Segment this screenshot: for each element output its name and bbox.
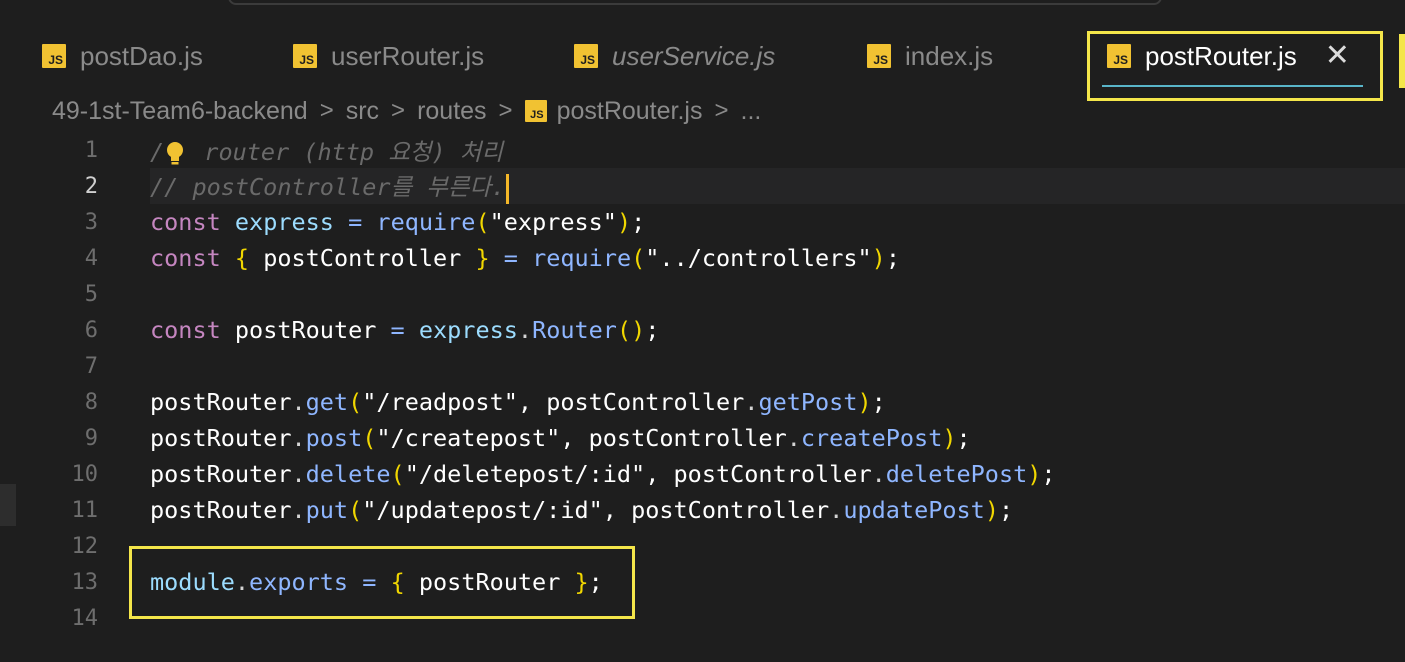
tab-label: index.js [905, 40, 994, 71]
tab-label: userService.js [612, 40, 776, 71]
breadcrumb-item-project[interactable]: 49-1st-Team6-backend [52, 97, 308, 126]
line-number: 12 [71, 533, 99, 559]
tab-label: postRouter.js [1145, 40, 1297, 71]
chevron-right-icon: > [391, 97, 406, 124]
line-number: 1 [84, 137, 98, 163]
lightbulb-icon[interactable] [164, 141, 186, 167]
line-number: 9 [84, 425, 98, 451]
js-file-icon: JS [574, 44, 598, 68]
code-editor[interactable]: 1 / router (http 요청) 처리 2 // postController… [0, 132, 1405, 662]
code-line-8[interactable]: 8 postRouter.get("/readpost", postControl… [0, 384, 1405, 420]
code-line-10[interactable]: 10 postRouter.delete("/deletepost/:id", p… [0, 456, 1405, 492]
breadcrumb: 49-1st-Team6-backend > src > routes > JS… [52, 92, 761, 130]
line-number: 2 [84, 173, 98, 199]
line-number: 5 [84, 281, 98, 307]
code-line-3[interactable]: 3 const express = require("express"); [0, 204, 1405, 240]
gutter-scroll-marker [0, 484, 16, 526]
line-number: 13 [71, 569, 99, 595]
breadcrumb-item-file[interactable]: postRouter.js [557, 97, 703, 126]
js-file-icon: JS [42, 44, 66, 68]
js-file-icon: JS [524, 100, 547, 122]
line-number: 14 [71, 605, 99, 631]
js-file-icon: JS [293, 44, 317, 68]
code-text: / router (http 요청) 처리 [150, 138, 504, 167]
line-number: 7 [84, 353, 98, 379]
code-line-12[interactable]: 12 [0, 528, 1405, 564]
code-line-13[interactable]: 13 module.exports = { postRouter }; [0, 564, 1405, 600]
code-text: postRouter.put("/updatepost/:id", postCo… [150, 496, 1014, 524]
code-line-9[interactable]: 9 postRouter.post("/createpost", postCont… [0, 420, 1405, 456]
line-number: 10 [71, 461, 99, 487]
line-number: 11 [71, 497, 99, 523]
code-line-2[interactable]: 2 // postController를 부른다. [85, 168, 1405, 204]
tab-userservice[interactable]: JS userService.js [574, 34, 775, 78]
code-line-7[interactable]: 7 [0, 348, 1405, 384]
active-tab-indicator [1102, 85, 1363, 87]
chevron-right-icon: > [498, 97, 513, 124]
close-icon[interactable]: ✕ [1325, 41, 1350, 71]
code-text: postRouter.get("/readpost", postControll… [150, 388, 886, 416]
chevron-right-icon: > [319, 97, 334, 124]
line-number: 6 [84, 317, 98, 343]
chevron-right-icon: > [714, 97, 729, 124]
code-line-11[interactable]: 11 postRouter.put("/updatepost/:id", post… [0, 492, 1405, 528]
code-line-1[interactable]: 1 / router (http 요청) 처리 [0, 132, 1405, 168]
code-line-14[interactable]: 14 [0, 600, 1405, 636]
code-text: const postRouter = express.Router(); [150, 316, 660, 344]
tab-label: postDao.js [80, 40, 203, 71]
overflow-tab-marker [1399, 34, 1405, 88]
code-text: postRouter.delete("/deletepost/:id", pos… [150, 460, 1056, 488]
editor-tab-bar: JS postDao.js JS userRouter.js JS userSe… [0, 0, 1405, 87]
code-line-5[interactable]: 5 [0, 276, 1405, 312]
tab-postdao[interactable]: JS postDao.js [42, 34, 203, 78]
breadcrumb-item-routes[interactable]: routes [417, 97, 486, 126]
line-number: 4 [84, 245, 98, 271]
code-text: const express = require("express"); [150, 208, 646, 236]
code-text: const { postController } = require("../c… [150, 244, 900, 272]
breadcrumb-item-symbols[interactable]: ... [741, 97, 762, 126]
code-text: // postController를 부른다. [150, 168, 510, 204]
code-text: module.exports = { postRouter }; [150, 568, 603, 596]
line-number: 8 [84, 389, 98, 415]
code-text: postRouter.post("/createpost", postContr… [150, 424, 971, 452]
code-line-4[interactable]: 4 const { postController } = require("../… [0, 240, 1405, 276]
tab-label: userRouter.js [331, 40, 485, 71]
breadcrumb-item-src[interactable]: src [346, 97, 379, 126]
js-file-icon: JS [867, 44, 891, 68]
tab-index[interactable]: JS index.js [867, 34, 993, 78]
tab-userrouter[interactable]: JS userRouter.js [293, 34, 484, 78]
tab-postrouter[interactable]: JS postRouter.js ✕ [1107, 34, 1350, 78]
js-file-icon: JS [1107, 44, 1131, 68]
text-cursor [506, 173, 510, 204]
line-number: 3 [84, 209, 98, 235]
code-line-6[interactable]: 6 const postRouter = express.Router(); [0, 312, 1405, 348]
